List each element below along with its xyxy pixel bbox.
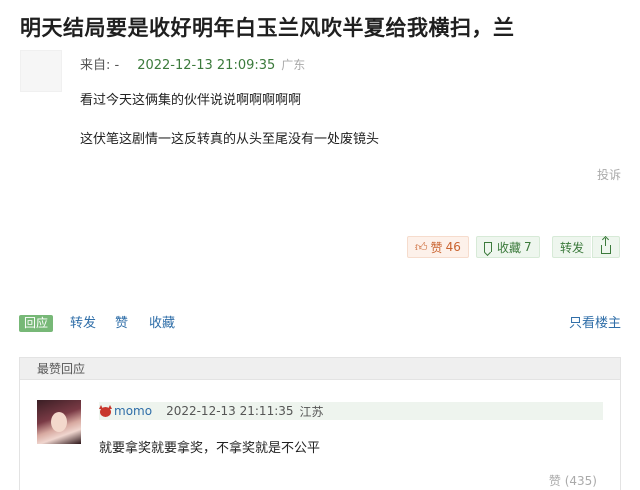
post-meta: 来自: - 2022-12-13 21:09:35 广东 [80,54,306,73]
bookmark-icon [484,242,492,252]
author-avatar[interactable] [20,50,62,92]
thumbs-up-icon: 👍︎ [415,239,428,254]
only-op-link[interactable]: 只看楼主 [569,315,621,332]
post-time: 2022-12-13 21:09:35 [137,58,276,73]
post-title: 明天结局要是收好明年白玉兰风吹半夏给我横扫，兰 [20,16,515,40]
author-from[interactable]: 来自: - [80,54,119,73]
like-link[interactable]: 赞 [115,315,128,332]
post-toolbar: 回应 转发 赞 收藏 只看楼主 [19,315,621,333]
reply-time: 2022-12-13 21:11:35 [166,404,294,418]
reply-user[interactable]: momo [99,404,152,418]
share-button[interactable]: 转发 [552,236,592,258]
like-label: 赞 [430,240,443,255]
reply-like-button[interactable]: 赞 (435) [549,472,597,489]
share-up-icon [601,237,611,254]
share-label: 转发 [560,240,585,255]
favorite-link[interactable]: 收藏 [149,315,175,332]
like-button[interactable]: 👍︎ 赞 46 [407,236,469,258]
reply-text: 就要拿奖就要拿奖，不拿奖就是不公平 [99,441,321,456]
post-body-line-1: 看过今天这俩集的伙伴说说啊啊啊啊啊 [80,93,302,108]
favorite-label: 收藏 [497,240,522,255]
favorite-count: 7 [524,240,532,254]
reply-avatar[interactable] [37,400,81,444]
forward-link[interactable]: 转发 [70,315,96,332]
reply-button[interactable]: 回应 [19,315,54,332]
reply-meta: momo 2022-12-13 21:11:35 江苏 [99,402,603,420]
favorite-button[interactable]: 收藏 7 [476,236,540,258]
share-up-button[interactable] [592,236,620,258]
top-replies-panel: 最赞回应 momo 2022-12-13 21:11:35 江苏 就要拿奖就要拿… [19,357,621,490]
report-link[interactable]: 投诉 [597,166,621,183]
like-count: 46 [445,240,461,254]
top-replies-header: 最赞回应 [20,358,620,380]
reply-username: momo [114,404,153,418]
post-location: 广东 [281,58,306,72]
devil-icon [99,405,112,417]
post-body-line-2: 这伏笔这剧情一这反转真的从头至尾没有一处废镜头 [80,132,380,147]
reply-location: 江苏 [299,404,324,419]
